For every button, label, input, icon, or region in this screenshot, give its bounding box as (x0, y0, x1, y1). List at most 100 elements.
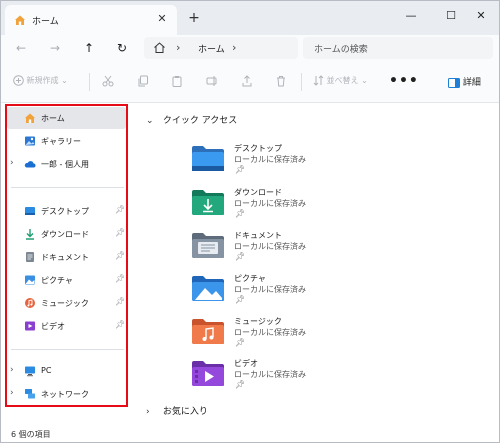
pin-icon[interactable]: 📌︎ (115, 205, 125, 214)
item-name: ミュージック (234, 317, 282, 326)
sidebar-item-downloads[interactable]: ダウンロード 📌︎ (7, 223, 126, 245)
copy-button[interactable] (137, 75, 149, 91)
new-tab-button[interactable]: + (185, 10, 203, 28)
item-name: ビデオ (234, 359, 258, 368)
breadcrumb-home[interactable]: ホーム (198, 42, 225, 55)
share-button[interactable] (241, 75, 253, 91)
sidebar-item-label: ギャラリー (41, 137, 81, 146)
item-name: ピクチャ (234, 274, 266, 283)
chevron-right-icon[interactable]: › (10, 365, 14, 375)
quick-access-desktop[interactable]: デスクトップ ローカルに保存済み 📌︎ (191, 142, 341, 182)
chevron-down-icon[interactable]: ⌄ (146, 116, 160, 126)
home-icon (25, 113, 35, 123)
pin-icon[interactable]: 📌︎ (115, 251, 125, 260)
tab-title: ホーム (32, 17, 59, 27)
minimize-button[interactable]: — (393, 1, 429, 31)
section-title: クイック アクセス (162, 116, 238, 126)
chevron-right-icon[interactable]: › (10, 158, 14, 168)
new-label: 新規作成 (26, 76, 59, 85)
sidebar-item-label: ダウンロード (41, 230, 89, 239)
paste-icon (172, 76, 182, 87)
sidebar-item-pc[interactable]: › PC (7, 360, 126, 382)
sidebar-item-videos[interactable]: ビデオ 📌︎ (7, 315, 126, 337)
refresh-button[interactable]: ↻ (112, 38, 132, 58)
up-button[interactable]: ↑ (79, 38, 99, 58)
sidebar-item-label: ミュージック (41, 299, 89, 308)
details-button[interactable]: 詳細 (448, 75, 481, 88)
forward-button[interactable]: → (45, 38, 65, 58)
pictures-folder-icon (192, 276, 224, 301)
command-bar: 新規作成 ⌄ 並べ替え ⌄ ••• 詳細 (1, 61, 499, 103)
plus-circle-icon (13, 75, 24, 86)
music-folder-icon (192, 319, 224, 344)
item-location: ローカルに保存済み (234, 199, 306, 208)
network-icon (25, 389, 35, 399)
download-folder-icon (192, 190, 224, 215)
pc-icon (25, 366, 35, 377)
sidebar-item-network[interactable]: › ネットワーク (7, 383, 126, 405)
item-location: ローカルに保存済み (234, 370, 306, 379)
pin-icon[interactable]: 📌︎ (115, 228, 125, 237)
item-location: ローカルに保存済み (234, 155, 306, 164)
rename-button[interactable] (206, 75, 218, 91)
item-name: ドキュメント (234, 231, 282, 240)
home-icon (15, 15, 25, 25)
quick-access-pictures[interactable]: ピクチャ ローカルに保存済み 📌︎ (191, 272, 341, 312)
more-options-icon[interactable]: ••• (389, 73, 419, 89)
sidebar-item-home[interactable]: ホーム (7, 107, 126, 129)
sort-label: 並べ替え (326, 76, 359, 85)
item-location: ローカルに保存済み (234, 328, 306, 337)
item-location: ローカルに保存済み (234, 242, 306, 251)
delete-button[interactable] (275, 75, 287, 91)
close-tab-icon[interactable]: ✕ (154, 11, 170, 27)
share-icon (242, 75, 252, 87)
sidebar-item-documents[interactable]: ドキュメント 📌︎ (7, 246, 126, 268)
favorites-header[interactable]: › お気に入り (146, 404, 208, 417)
sidebar-item-label: ホーム (41, 114, 65, 123)
chevron-right-icon[interactable]: › (176, 41, 180, 54)
item-name: ダウンロード (234, 188, 282, 197)
quick-access-header[interactable]: ⌄ クイック アクセス (146, 113, 237, 126)
pin-icon: 📌︎ (235, 209, 246, 218)
chevron-right-icon[interactable]: › (10, 388, 14, 398)
pin-icon: 📌︎ (235, 165, 246, 174)
sidebar-item-label: ピクチャ (41, 276, 73, 285)
desktop-folder-icon (192, 146, 224, 171)
details-label: 詳細 (462, 78, 481, 88)
tab-home[interactable]: ホーム ✕ (5, 5, 177, 35)
search-placeholder: ホームの検索 (314, 45, 368, 55)
gallery-icon (25, 136, 35, 146)
new-button[interactable]: 新規作成 ⌄ (13, 75, 68, 91)
sidebar-item-onedrive[interactable]: › 一郎 - 個人用 (7, 153, 126, 175)
sidebar-item-label: ドキュメント (41, 253, 89, 262)
sidebar-item-desktop[interactable]: デスクトップ 📌︎ (7, 200, 126, 222)
chevron-right-icon[interactable]: › (146, 407, 160, 417)
paste-button[interactable] (171, 75, 183, 91)
search-box[interactable]: ホームの検索 (303, 37, 493, 59)
address-bar[interactable]: › ホーム › (144, 37, 298, 59)
close-window-button[interactable]: ✕ (463, 1, 499, 31)
sidebar-item-label: ビデオ (41, 322, 65, 331)
cut-button[interactable] (102, 75, 114, 91)
sidebar-item-music[interactable]: ミュージック 📌︎ (7, 292, 126, 314)
pin-icon[interactable]: 📌︎ (115, 320, 125, 329)
pin-icon: 📌︎ (235, 295, 246, 304)
home-outline-icon (154, 42, 165, 53)
quick-access-downloads[interactable]: ダウンロード ローカルに保存済み 📌︎ (191, 186, 341, 226)
sidebar-item-label: デスクトップ (41, 207, 89, 216)
pin-icon[interactable]: 📌︎ (115, 297, 125, 306)
video-folder-icon (192, 361, 224, 386)
sidebar-item-gallery[interactable]: ギャラリー (7, 130, 126, 152)
back-button[interactable]: ← (11, 38, 31, 58)
pin-icon[interactable]: 📌︎ (115, 274, 125, 283)
quick-access-videos[interactable]: ビデオ ローカルに保存済み 📌︎ (191, 357, 341, 397)
quick-access-documents[interactable]: ドキュメント ローカルに保存済み 📌︎ (191, 229, 341, 269)
onedrive-cloud-icon (24, 161, 36, 168)
sidebar-item-pictures[interactable]: ピクチャ 📌︎ (7, 269, 126, 291)
toolbar-divider (301, 73, 302, 91)
sidebar-divider (11, 349, 124, 350)
chevron-right-icon[interactable]: › (232, 41, 236, 54)
sort-button[interactable]: 並べ替え ⌄ (313, 75, 368, 91)
quick-access-music[interactable]: ミュージック ローカルに保存済み 📌︎ (191, 315, 341, 355)
document-icon (26, 252, 34, 262)
